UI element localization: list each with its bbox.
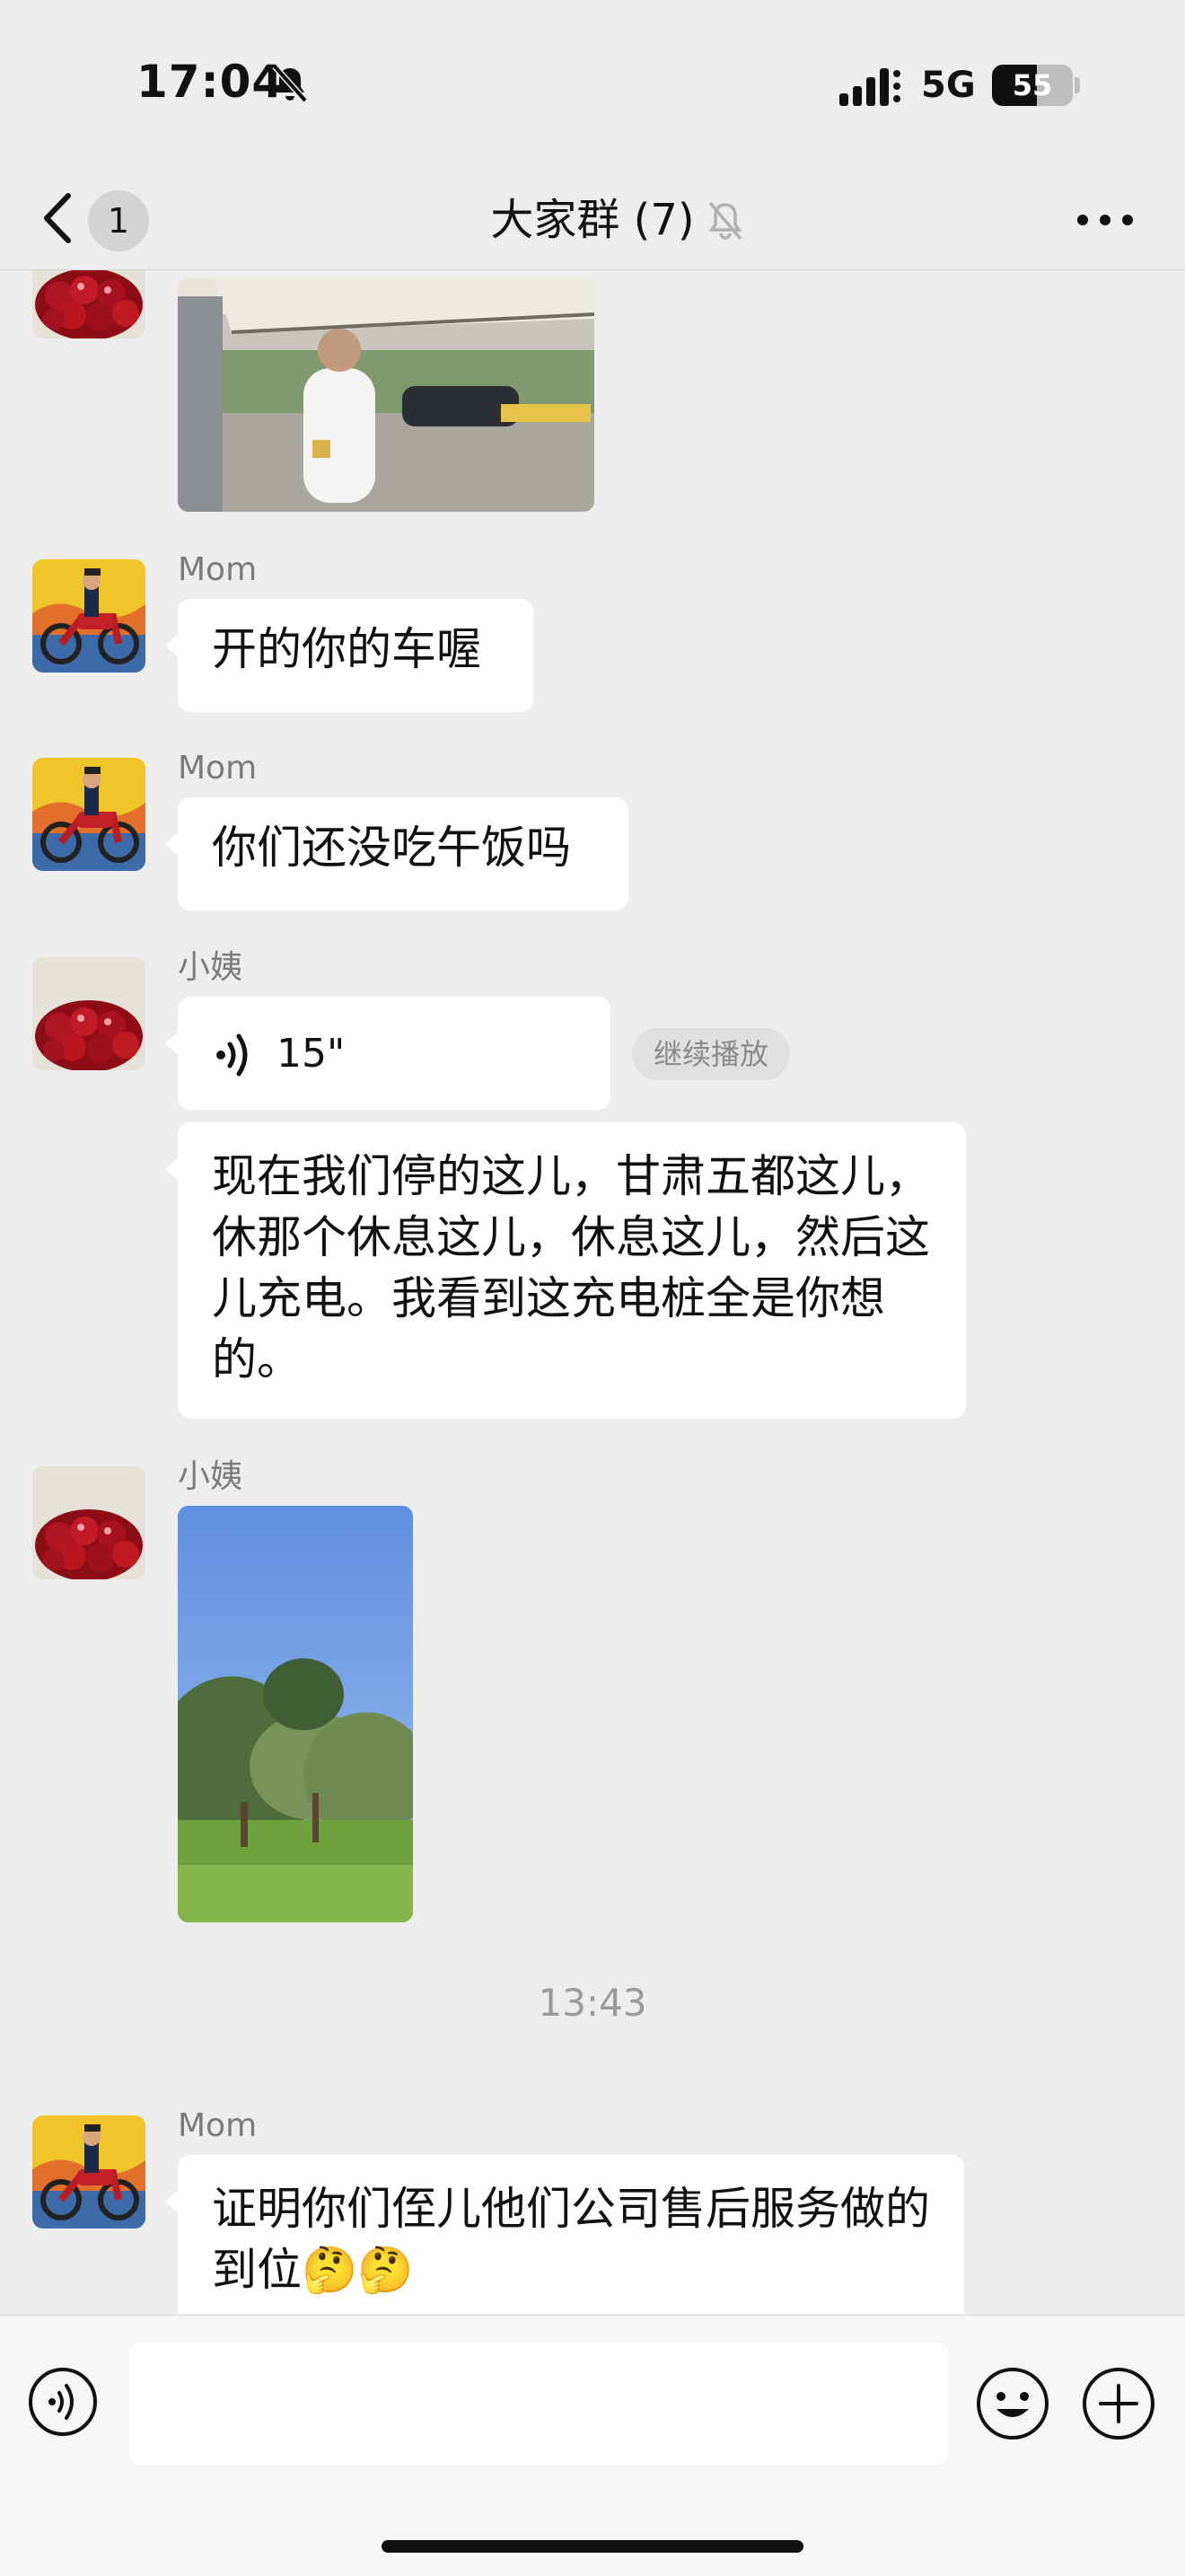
text-bubble[interactable]: 开的你的车喔 bbox=[165, 599, 533, 712]
emoji-icon[interactable] bbox=[975, 2366, 1050, 2441]
plus-icon[interactable] bbox=[1081, 2366, 1156, 2441]
voice-transcript-bubble[interactable]: 现在我们停的这儿，甘肃五都这儿，休那个休息这儿，休息这儿，然后这儿充电。我看到这… bbox=[165, 1122, 966, 1419]
text-bubble[interactable]: 证明你们侄儿他们公司售后服务做的到位🤔🤔 bbox=[165, 2155, 964, 2314]
motorcycle-avatar[interactable] bbox=[32, 559, 145, 673]
message-input[interactable] bbox=[129, 2343, 948, 2465]
home-indicator bbox=[382, 2540, 803, 2553]
motorcycle-avatar[interactable] bbox=[32, 758, 145, 871]
sender-name: Mom bbox=[178, 551, 258, 588]
voice-duration: 15" bbox=[276, 1031, 346, 1077]
input-toolbar bbox=[0, 2315, 1185, 2576]
sender-name: 小姨 bbox=[178, 949, 243, 986]
motorcycle-avatar[interactable] bbox=[32, 2115, 145, 2229]
message-list[interactable]: Mom 开的你的车喔 Mom 你们还没吃午饭吗 小姨 15" 继续播放 现在我们… bbox=[0, 270, 1185, 2314]
network-type: 5G bbox=[921, 65, 976, 106]
cherry-avatar[interactable] bbox=[32, 1466, 145, 1579]
sender-name: 小姨 bbox=[178, 1458, 243, 1495]
signal-icon bbox=[839, 68, 900, 106]
sender-name: Mom bbox=[178, 750, 258, 787]
voice-wave-icon bbox=[216, 1033, 248, 1077]
chat-header: 1 大家群 (7) bbox=[0, 171, 1185, 270]
chat-title: 大家群 (7) bbox=[490, 195, 695, 245]
more-options-icon[interactable] bbox=[1074, 198, 1137, 242]
battery-level: 55 bbox=[1012, 68, 1053, 102]
text-bubble[interactable]: 你们还没吃午饭吗 bbox=[165, 797, 628, 910]
battery-icon: 55 bbox=[992, 65, 1073, 106]
voice-input-icon[interactable] bbox=[27, 2366, 99, 2438]
status-time: 17:04 bbox=[136, 56, 285, 108]
bell-off-icon bbox=[272, 64, 308, 103]
sender-name: Mom bbox=[178, 2107, 258, 2144]
message-photo[interactable] bbox=[178, 1506, 413, 1922]
status-bar: 17:04 5G 55 bbox=[0, 0, 1185, 171]
muted-bell-icon bbox=[708, 201, 742, 241]
cherry-avatar[interactable] bbox=[32, 270, 145, 338]
battery-tip bbox=[1075, 77, 1080, 93]
voice-message-bubble[interactable]: 15" bbox=[165, 997, 610, 1110]
resume-playback-button[interactable]: 继续播放 bbox=[632, 1028, 791, 1080]
cherry-avatar[interactable] bbox=[32, 957, 145, 1070]
timestamp-divider: 13:43 bbox=[538, 1981, 647, 2025]
message-photo[interactable] bbox=[178, 278, 594, 512]
